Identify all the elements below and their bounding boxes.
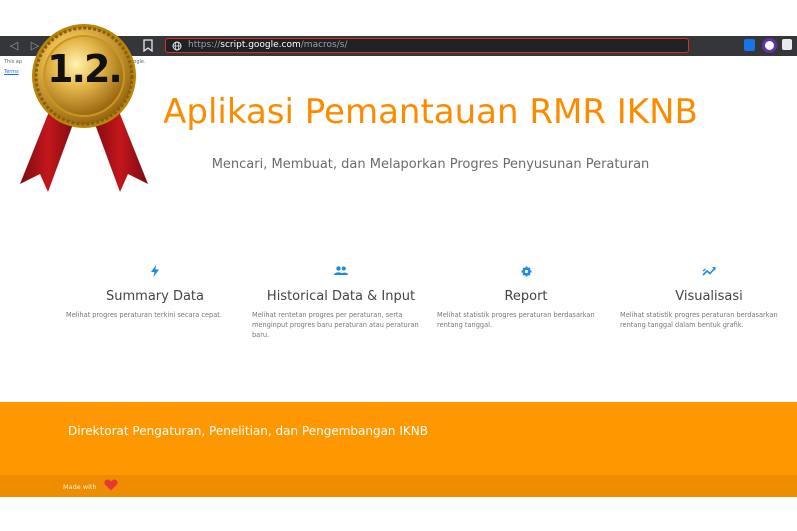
bottom-margin	[0, 497, 797, 531]
bolt-icon	[151, 265, 159, 277]
feature-description: Melihat statistik progres peraturan berd…	[620, 311, 778, 329]
url-path: /macros/s/	[300, 40, 348, 50]
feature-description: Melihat statistik progres peraturan berd…	[437, 311, 595, 329]
feature-title: Historical Data & Input	[266, 289, 416, 304]
url-scheme: https://	[188, 40, 221, 50]
url-text: https://script.google.com/macros/s/	[188, 39, 347, 52]
feature-title: Summary Data	[106, 289, 204, 304]
group-icon	[334, 266, 348, 275]
feature-title: Report	[504, 289, 548, 304]
feature-summary-data[interactable]: Summary Data Melihat progres peraturan t…	[66, 262, 244, 320]
address-bar[interactable]: https://script.google.com/macros/s/	[165, 38, 689, 53]
heart-icon	[104, 479, 118, 491]
footer: Direktorat Pengaturan, Penelitian, dan P…	[0, 402, 797, 475]
feature-description: Melihat rentetan progres per peraturan, …	[252, 311, 419, 339]
feature-description: Melihat progres peraturan terkini secara…	[66, 311, 222, 319]
footer-bottom-bar: Made with	[0, 475, 797, 497]
page-subtitle: Mencari, Membuat, dan Melaporkan Progres…	[211, 157, 650, 172]
site-info-icon[interactable]	[172, 41, 182, 51]
url-domain: script.google.com	[220, 40, 301, 50]
page-title: Aplikasi Pemantauan RMR IKNB	[163, 92, 698, 132]
footer-org-name: Direktorat Pengaturan, Penelitian, dan P…	[68, 424, 428, 438]
shield-extension-icon[interactable]	[744, 39, 755, 51]
trending-icon	[702, 267, 716, 276]
puzzle-extensions-icon[interactable]	[782, 39, 792, 50]
gear-icon	[521, 265, 531, 277]
badge-label: 1.2.	[47, 47, 123, 91]
feature-historical-data[interactable]: Historical Data & Input Melihat rentetan…	[252, 262, 430, 340]
feature-report[interactable]: Report Melihat statistik progres peratur…	[437, 262, 615, 330]
profile-extension-icon[interactable]	[762, 38, 777, 53]
made-with-text: Made with	[63, 483, 97, 491]
feature-visualisasi[interactable]: Visualisasi Melihat statistik progres pe…	[620, 262, 797, 330]
feature-title: Visualisasi	[675, 289, 743, 304]
